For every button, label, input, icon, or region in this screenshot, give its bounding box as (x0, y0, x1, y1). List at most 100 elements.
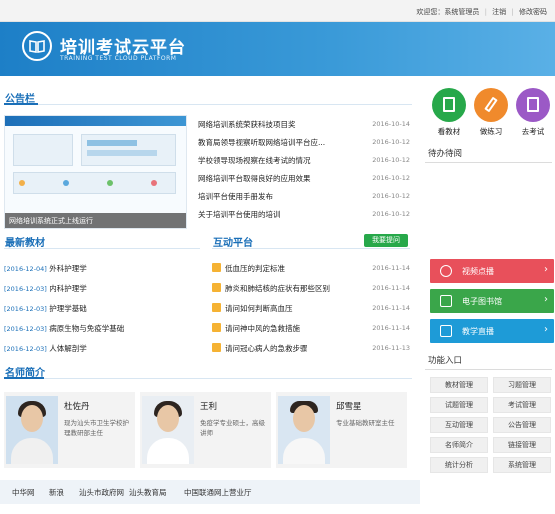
teacher-card[interactable]: 王利 免疫学专业硕士，高级讲师 (140, 392, 271, 468)
list-item[interactable]: 培训平台使用手册发布 2016-10-12 (198, 187, 410, 205)
list-item[interactable]: 教育局领导视察听取网络培训平台应... 2016-10-12 (198, 133, 410, 151)
interaction-title: 互动平台 (213, 238, 253, 249)
e-library-button[interactable]: 电子图书馆 › (430, 289, 554, 313)
chevron-right-icon: › (544, 324, 548, 335)
textbook-name: 人体解剖学 (49, 344, 87, 353)
footer-link[interactable]: 汕头教育局 (129, 487, 167, 498)
function-button[interactable]: 系统管理 (493, 457, 551, 473)
list-item[interactable]: [2016-12-04] 外科护理学 (4, 258, 200, 278)
question-icon (212, 343, 221, 352)
list-item[interactable]: 请问冠心病人的急救步骤 2016-11-13 (212, 338, 410, 358)
image-decor (151, 180, 157, 186)
book-logo-icon (22, 31, 52, 61)
user-links: 欢迎您：系统管理员 | 注销 | 修改密码 (416, 7, 547, 17)
list-item[interactable]: [2016-12-03] 人体解剖学 (4, 338, 200, 358)
teacher-photo (6, 396, 58, 464)
notice-image[interactable]: 网络培训系统正式上线运行 (4, 115, 187, 229)
list-item[interactable]: [2016-12-03] 病原生物与免疫学基础 (4, 318, 200, 338)
teacher-name: 杜佐丹 (64, 402, 90, 412)
exam-shortcut[interactable]: 去考试 (514, 88, 552, 137)
function-button[interactable]: 公告管理 (493, 417, 551, 433)
list-item[interactable]: 肺炎和肺结核的症状有那些区别 2016-11-14 (212, 278, 410, 298)
textbook-name: 病原生物与免疫学基础 (49, 324, 125, 333)
chevron-right-icon: › (544, 264, 548, 275)
service-label: 视频点播 (462, 267, 494, 276)
chevron-right-icon: › (544, 294, 548, 305)
image-decor (87, 140, 137, 146)
top-bar: 欢迎您：系统管理员 | 注销 | 修改密码 (0, 0, 555, 22)
image-decor (87, 150, 157, 156)
list-item[interactable]: 网络培训平台取得良好的应用效果 2016-10-12 (198, 169, 410, 187)
practice-shortcut[interactable]: 做练习 (472, 88, 510, 137)
function-button[interactable]: 教材管理 (430, 377, 488, 393)
change-password-link[interactable]: 修改密码 (519, 8, 547, 16)
video-camera-icon (440, 325, 452, 337)
question-icon (212, 283, 221, 292)
notice-text: 培训平台使用手册发布 (198, 192, 273, 201)
question-date: 2016-11-14 (372, 324, 410, 332)
textbook-name: 内科护理学 (49, 284, 87, 293)
header-banner: 培训考试云平台 TRAINING TEST CLOUD PLATFORM (0, 22, 555, 76)
notice-date: 2016-10-12 (372, 156, 410, 164)
teacher-name: 邱雪星 (336, 402, 362, 412)
image-caption: 网络培训系统正式上线运行 (5, 213, 186, 228)
library-icon (440, 295, 452, 307)
textbook-date: [2016-12-03] (4, 285, 47, 293)
list-item[interactable]: 学校领导现场视察在线考试的情况 2016-10-12 (198, 151, 410, 169)
function-button[interactable]: 名师简介 (430, 437, 488, 453)
ask-question-button[interactable]: 我要提问 (364, 234, 408, 247)
list-item[interactable]: 低血压的判定标准 2016-11-14 (212, 258, 410, 278)
list-item[interactable]: 请问如何判断高血压 2016-11-14 (212, 298, 410, 318)
teacher-desc: 专业基础教研室主任 (336, 419, 395, 427)
footer-link[interactable]: 中华网 (12, 487, 35, 498)
service-label: 教学直播 (462, 327, 494, 336)
question-icon (212, 263, 221, 272)
textbook-name: 护理学基础 (49, 304, 87, 313)
list-item[interactable]: [2016-12-03] 内科护理学 (4, 278, 200, 298)
question-text: 肺炎和肺结核的症状有那些区别 (225, 284, 330, 293)
read-textbook-shortcut[interactable]: 看教材 (430, 88, 468, 137)
question-icon (212, 323, 221, 332)
image-header (5, 116, 186, 126)
function-button[interactable]: 互动管理 (430, 417, 488, 433)
textbook-date: [2016-12-03] (4, 305, 47, 313)
list-item[interactable]: [2016-12-03] 护理学基础 (4, 298, 200, 318)
notice-date: 2016-10-12 (372, 174, 410, 182)
service-label: 电子图书馆 (462, 297, 502, 306)
notice-text: 网络培训平台取得良好的应用效果 (198, 174, 311, 183)
video-on-demand-button[interactable]: 视频点播 › (430, 259, 554, 283)
textbook-date: [2016-12-03] (4, 325, 47, 333)
list-item[interactable]: 网络培训系统荣获科技项目奖 2016-10-14 (198, 115, 410, 133)
divider (4, 103, 38, 105)
textbook-date: [2016-12-03] (4, 345, 47, 353)
footer-link[interactable]: 中国联通网上营业厅 (184, 487, 252, 498)
shortcut-label: 做练习 (479, 127, 503, 136)
question-text: 请问神中风的急救措施 (225, 324, 300, 333)
question-icon (212, 303, 221, 312)
divider (425, 162, 552, 163)
footer-link[interactable]: 汕头市政府网 (79, 487, 124, 498)
function-button[interactable]: 链接管理 (493, 437, 551, 453)
teacher-card[interactable]: 杜佐丹 现为汕头市卫生学校护理教研部主任 (4, 392, 135, 468)
main-content: 公告栏 网络培训系统正式上线运行 网络培训系统荣获科技项目奖 2016-10-14… (0, 76, 420, 468)
notice-text: 学校领导现场视察在线考试的情况 (198, 156, 311, 165)
pencil-icon (474, 88, 508, 122)
teacher-card[interactable]: 邱雪星 专业基础教研室主任 (276, 392, 407, 468)
textbook-date: [2016-12-04] (4, 265, 47, 273)
textbook-list: [2016-12-04] 外科护理学 [2016-12-03] 内科护理学 [2… (4, 258, 200, 358)
list-item[interactable]: 关于培训平台使用的培训 2016-10-12 (198, 205, 410, 223)
footer-link[interactable]: 新浪 (49, 487, 64, 498)
play-icon (440, 265, 452, 277)
shortcut-label: 去考试 (521, 127, 545, 136)
function-button[interactable]: 试题管理 (430, 397, 488, 413)
function-button[interactable]: 统计分析 (430, 457, 488, 473)
list-item[interactable]: 请问神中风的急救措施 2016-11-14 (212, 318, 410, 338)
shortcut-label: 看教材 (437, 127, 461, 136)
divider (4, 377, 44, 379)
logout-link[interactable]: 注销 (492, 8, 506, 16)
live-teaching-button[interactable]: 教学直播 › (430, 319, 554, 343)
notice-date: 2016-10-12 (372, 210, 410, 218)
function-button[interactable]: 习题管理 (493, 377, 551, 393)
function-button[interactable]: 考试管理 (493, 397, 551, 413)
notice-list: 网络培训系统荣获科技项目奖 2016-10-14 教育局领导视察听取网络培训平台应… (198, 115, 410, 223)
